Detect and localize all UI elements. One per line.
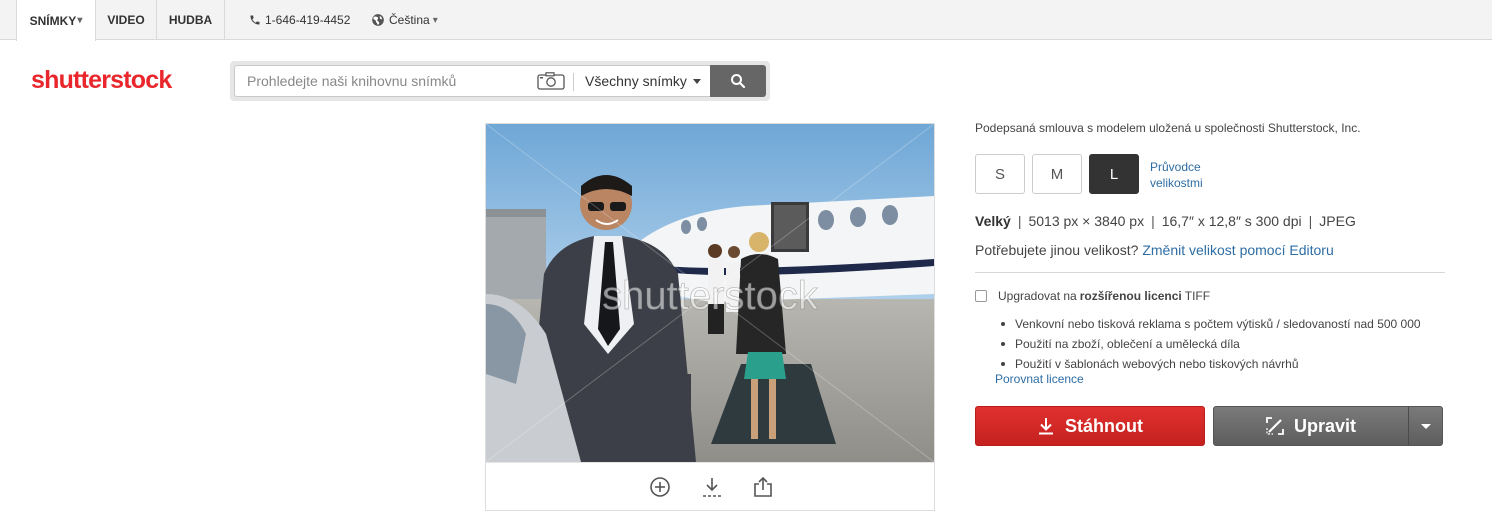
download-icon <box>1037 417 1055 435</box>
camera-icon[interactable] <box>537 72 565 90</box>
search-input[interactable] <box>247 66 527 96</box>
spec-divider: | <box>1308 213 1313 229</box>
size-name: Velký <box>975 213 1011 229</box>
logo-text: shutterstock <box>31 66 172 94</box>
compare-licenses-link[interactable]: Porovnat licence <box>995 372 1084 386</box>
edit-options-dropdown[interactable] <box>1409 407 1442 445</box>
zoom-icon[interactable] <box>648 475 672 499</box>
size-guide-link[interactable]: Průvodce velikostmi <box>1150 159 1220 191</box>
edit-label: Upravit <box>1293 415 1356 436</box>
download-label: Stáhnout <box>1065 415 1143 436</box>
tab-images-label: SNÍMKY <box>29 13 77 28</box>
search-divider <box>573 73 574 91</box>
tab-video-label: VIDEO <box>107 13 145 27</box>
size-specs: Velký | 5013 px × 3840 px | 16,7″ x 12,8″ s … <box>975 213 1356 229</box>
search-filter-label: Všechny snímky <box>585 73 687 89</box>
caret-down-icon <box>1420 423 1431 429</box>
divider <box>975 272 1445 273</box>
phone-icon <box>250 15 260 25</box>
stock-photo[interactable]: shutterstock <box>486 124 934 462</box>
shutterstock-logo[interactable]: shutterstock <box>31 66 172 95</box>
upgrade-prefix: Upgradovat na <box>998 289 1077 303</box>
globe-icon <box>372 14 384 26</box>
list-item: Venkovní nebo tisková reklama s počtem v… <box>1001 314 1421 334</box>
language-selector[interactable]: Čeština ▾ <box>371 0 438 40</box>
list-item: Použití na zboží, oblečení a umělecká dí… <box>1001 334 1421 354</box>
benefit-text: Venkovní nebo tisková reklama s počtem v… <box>1015 317 1421 331</box>
share-icon[interactable] <box>751 475 775 499</box>
resize-prompt: Potřebujete jinou velikost? Změnit velik… <box>975 242 1334 258</box>
spec-divider: | <box>1017 213 1022 229</box>
image-preview: shutterstock <box>485 123 935 511</box>
benefit-text: Použití na zboží, oblečení a umělecká dí… <box>1015 337 1240 351</box>
edit-button[interactable]: Upravit <box>1214 407 1408 445</box>
photo-illustration: shutterstock <box>486 124 934 462</box>
edit-button-group: Upravit <box>1213 406 1443 446</box>
bullet-icon <box>1001 322 1005 326</box>
download-icon[interactable] <box>700 475 724 499</box>
list-item: Použití v šablonách webových nebo tiskov… <box>1001 354 1421 374</box>
benefit-text: Použití v šablonách webových nebo tiskov… <box>1015 357 1299 371</box>
watermark-text: shutterstock <box>602 274 819 318</box>
size-button-m[interactable]: M <box>1032 154 1082 194</box>
search-box: Všechny snímky <box>234 65 710 97</box>
caret-down-icon <box>692 78 701 84</box>
chevron-down-icon: ▾ <box>432 14 438 26</box>
bullet-icon <box>1001 362 1005 366</box>
resize-question: Potřebujete jinou velikost? <box>975 242 1139 258</box>
photo-actions <box>486 462 934 510</box>
upgrade-license-checkbox[interactable] <box>975 290 987 302</box>
model-release-note: Podepsaná smlouva s modelem uložená u sp… <box>975 121 1361 135</box>
spec-divider: | <box>1151 213 1155 229</box>
download-button[interactable]: Stáhnout <box>975 406 1205 446</box>
bullet-icon <box>1001 342 1005 346</box>
tab-music-label: HUDBA <box>168 13 213 27</box>
file-format: JPEG <box>1319 213 1356 229</box>
crop-edit-icon <box>1266 417 1284 435</box>
tab-images[interactable]: SNÍMKY ▾ <box>16 0 96 41</box>
search-button[interactable] <box>710 65 766 97</box>
upgrade-suffix: TIFF <box>1184 289 1211 303</box>
size-button-s[interactable]: S <box>975 154 1025 194</box>
phone-number: 1-646-419-4452 <box>265 13 351 27</box>
tab-music[interactable]: HUDBA <box>157 0 225 40</box>
top-nav-bar: SNÍMKY ▾ VIDEO HUDBA 1-646-419-4452 Češti… <box>0 0 1492 41</box>
size-pixels: 5013 px × 3840 px <box>1028 213 1145 229</box>
chevron-down-icon: ▾ <box>77 15 83 26</box>
upgrade-license-name: rozšířenou licenci <box>1079 289 1182 303</box>
upgrade-license-option[interactable]: Upgradovat na rozšířenou licenci TIFF <box>975 289 1210 303</box>
search-icon <box>731 74 746 89</box>
size-button-l[interactable]: L <box>1089 154 1139 194</box>
size-print: 16,7″ x 12,8″ s 300 dpi <box>1161 213 1302 229</box>
resize-editor-link[interactable]: Změnit velikost pomocí Editoru <box>1142 242 1333 258</box>
search-bar: Všechny snímky <box>230 61 770 101</box>
search-filter-dropdown[interactable]: Všechny snímky <box>585 66 701 96</box>
phone-contact[interactable]: 1-646-419-4452 <box>249 0 350 40</box>
tab-video[interactable]: VIDEO <box>96 0 157 40</box>
language-label: Čeština <box>389 13 430 27</box>
license-benefits-list: Venkovní nebo tisková reklama s počtem v… <box>1001 314 1421 374</box>
